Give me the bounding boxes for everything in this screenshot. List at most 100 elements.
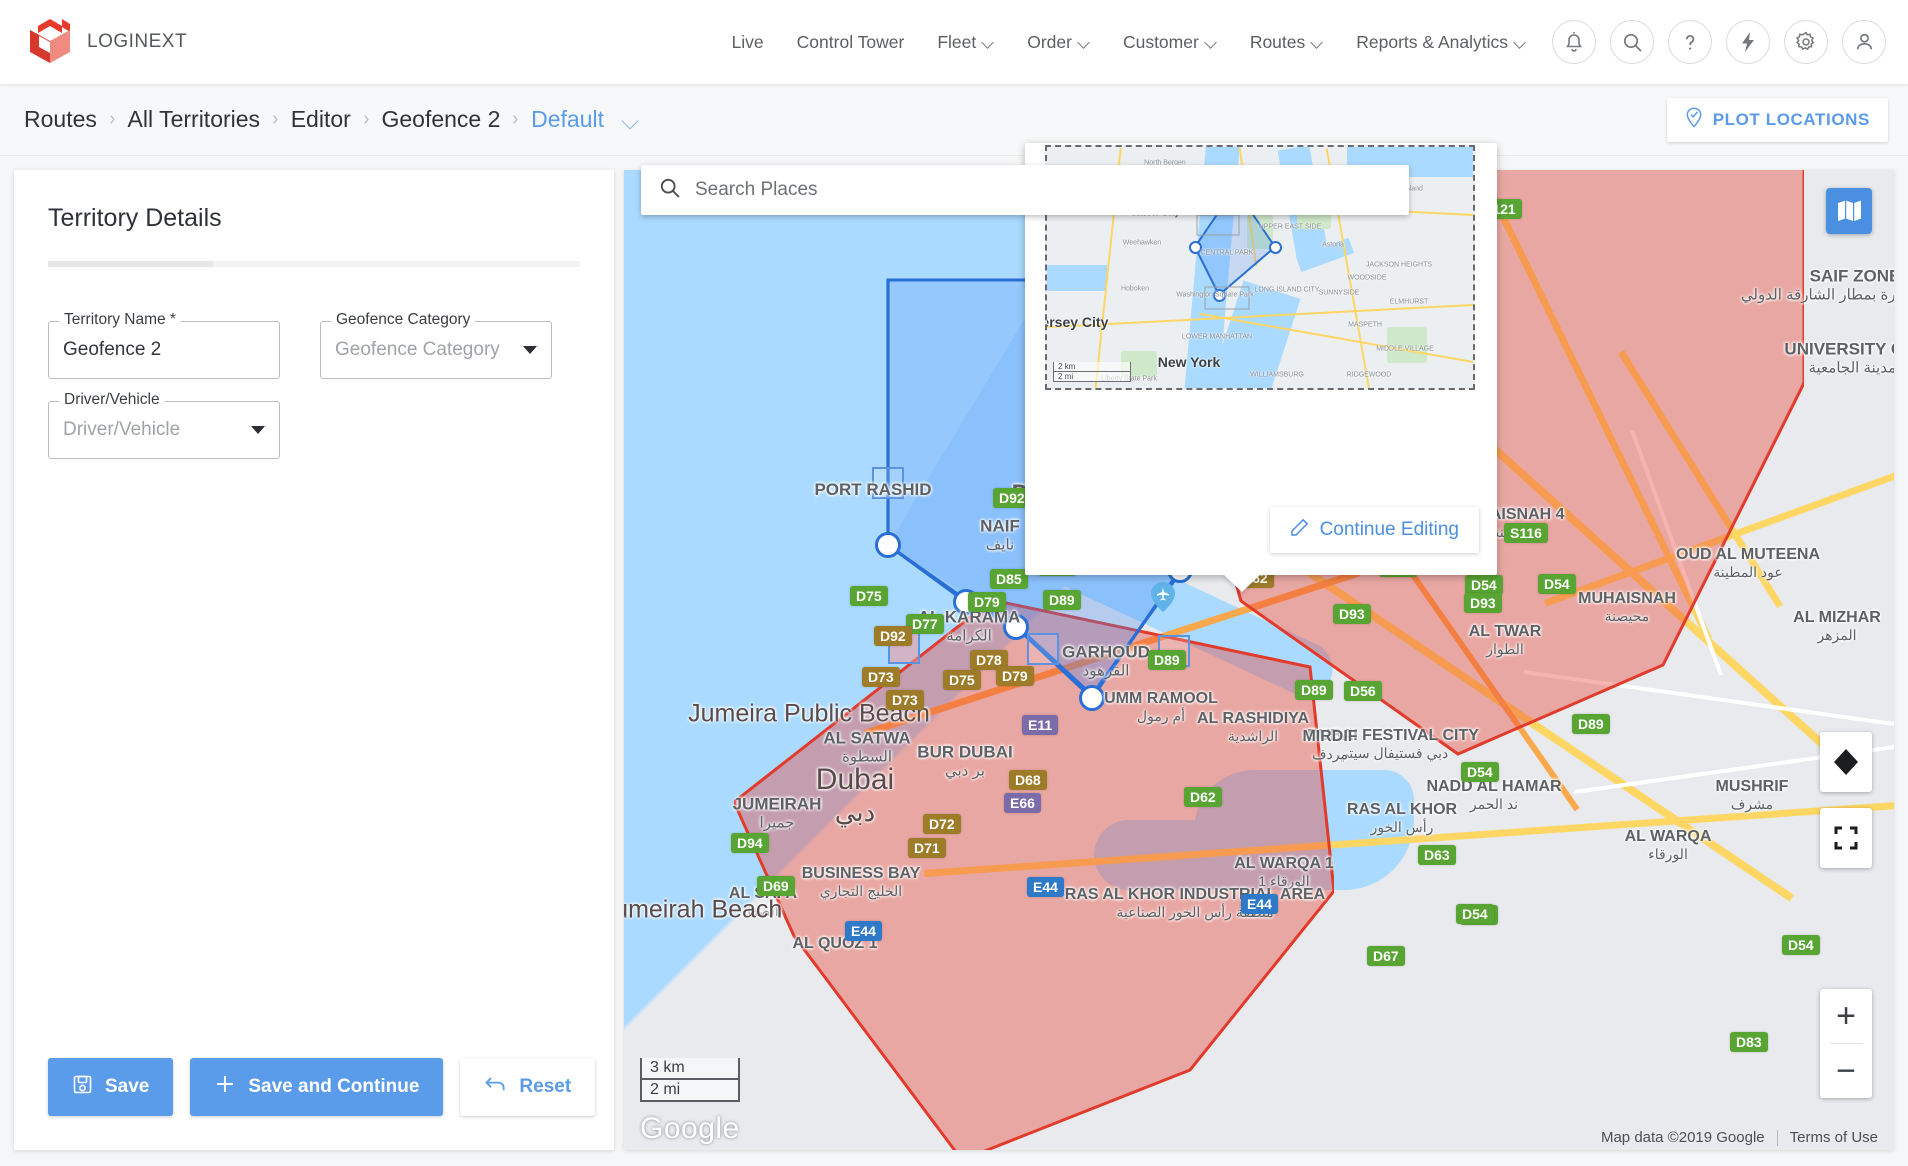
zoom-in-button[interactable]: + bbox=[1820, 989, 1872, 1043]
notifications-bell-icon[interactable] bbox=[1552, 20, 1596, 64]
form-progress-fill bbox=[48, 261, 213, 267]
google-logo: Google bbox=[640, 1112, 740, 1146]
nav-item-order[interactable]: Order bbox=[1027, 32, 1090, 53]
breadcrumb-bar: Routes › All Territories › Editor › Geof… bbox=[0, 84, 1908, 156]
location-square-marker[interactable] bbox=[872, 467, 904, 499]
road-shield: D68 bbox=[1009, 770, 1047, 790]
nav-item-control-tower-label: Control Tower bbox=[797, 32, 905, 53]
breadcrumb-item-editor[interactable]: Editor bbox=[281, 106, 361, 133]
plot-locations-button[interactable]: PLOT LOCATIONS bbox=[1667, 98, 1888, 142]
nav-icon-group bbox=[1552, 20, 1908, 64]
save-and-continue-button-label: Save and Continue bbox=[248, 1076, 419, 1098]
inset-place-label: LOWER MANHATTAN bbox=[1182, 334, 1252, 341]
plot-locations-pin-icon bbox=[1685, 107, 1703, 133]
road-shield: D83 bbox=[1730, 1032, 1768, 1052]
inset-place-label: RIDGEWOOD bbox=[1347, 372, 1392, 379]
chevron-down-icon[interactable] bbox=[624, 114, 635, 125]
road-shield: D73 bbox=[886, 690, 924, 710]
map-data-credit: Map data ©2019 Google bbox=[1601, 1129, 1765, 1146]
chevron-down-icon bbox=[983, 37, 994, 48]
breadcrumb-item-all-territories[interactable]: All Territories bbox=[118, 106, 271, 133]
breadcrumb-item-default[interactable]: Default bbox=[521, 106, 614, 133]
geofence-category-select[interactable]: Geofence Category bbox=[320, 321, 552, 379]
road-shield: D89 bbox=[1572, 714, 1610, 734]
map-type-toggle-button[interactable] bbox=[1826, 188, 1872, 234]
quick-actions-lightning-icon[interactable] bbox=[1726, 20, 1770, 64]
nav-item-reports-analytics[interactable]: Reports & Analytics bbox=[1356, 32, 1526, 53]
territory-name-input[interactable]: Geofence 2 bbox=[48, 321, 280, 379]
save-and-continue-button[interactable]: Save and Continue bbox=[190, 1058, 443, 1116]
user-account-icon[interactable] bbox=[1842, 20, 1886, 64]
territory-details-panel: Territory Details Territory Name * Geofe… bbox=[14, 170, 614, 1150]
road-shield: D71 bbox=[908, 838, 946, 858]
form-row-1: Territory Name * Geofence 2 Geofence Cat… bbox=[48, 299, 580, 379]
breadcrumb: Routes › All Territories › Editor › Geof… bbox=[0, 106, 635, 133]
breadcrumb-item-geofence-2[interactable]: Geofence 2 bbox=[371, 106, 510, 133]
map-attribution: Map data ©2019 Google Terms of Use bbox=[1601, 1129, 1878, 1146]
settings-gear-icon[interactable] bbox=[1784, 20, 1828, 64]
nav-item-routes-label: Routes bbox=[1250, 32, 1305, 53]
road-shield: D54 bbox=[1538, 574, 1576, 594]
save-button[interactable]: Save bbox=[48, 1058, 173, 1116]
chevron-down-icon bbox=[1515, 37, 1526, 48]
inset-place-label: SUNNYSIDE bbox=[1319, 290, 1360, 297]
nav-item-control-tower[interactable]: Control Tower bbox=[797, 32, 905, 53]
road-shield: D94 bbox=[731, 833, 769, 853]
location-square-marker[interactable] bbox=[1027, 633, 1059, 665]
nav-item-fleet[interactable]: Fleet bbox=[937, 32, 994, 53]
divider bbox=[1777, 1130, 1778, 1146]
driver-vehicle-value: Driver/Vehicle bbox=[63, 419, 180, 441]
inset-place-label: JACKSON HEIGHTS bbox=[1366, 262, 1432, 269]
nav-item-customer-label: Customer bbox=[1123, 32, 1199, 53]
panel-action-bar: Save Save and Continue Reset bbox=[14, 1058, 614, 1150]
road-shield: D54 bbox=[1782, 935, 1820, 955]
nav-item-live[interactable]: Live bbox=[732, 32, 764, 53]
inset-place-label: ELMHURST bbox=[1390, 299, 1429, 306]
app-root: LOGINEXT Live Control Tower Fleet Order … bbox=[0, 0, 1908, 1166]
search-icon bbox=[659, 177, 681, 204]
search-icon[interactable] bbox=[1610, 20, 1654, 64]
nav-item-customer[interactable]: Customer bbox=[1123, 32, 1217, 53]
form-row-2: Driver/Vehicle Driver/Vehicle bbox=[48, 379, 580, 459]
nav-item-live-label: Live bbox=[732, 32, 764, 53]
road-shield: E11 bbox=[1022, 715, 1058, 735]
reset-button[interactable]: Reset bbox=[460, 1058, 595, 1116]
terms-of-use-link[interactable]: Terms of Use bbox=[1790, 1129, 1878, 1146]
driver-vehicle-select[interactable]: Driver/Vehicle bbox=[48, 401, 280, 459]
road-shield: D54 bbox=[1456, 904, 1494, 924]
road-shield: D75 bbox=[943, 670, 981, 690]
search-input[interactable] bbox=[695, 179, 1391, 201]
road-shield: D67 bbox=[1367, 946, 1405, 966]
geofence-category-value: Geofence Category bbox=[335, 339, 500, 361]
brand-logo[interactable]: LOGINEXT bbox=[0, 17, 187, 67]
inset-scale-bar: 2 km 2 mi bbox=[1053, 362, 1131, 382]
zoom-out-button[interactable]: − bbox=[1820, 1044, 1872, 1098]
save-floppy-icon bbox=[72, 1074, 93, 1101]
road-shield: E66 bbox=[1004, 793, 1041, 813]
primary-nav-links: Live Control Tower Fleet Order Customer … bbox=[732, 32, 1526, 53]
nav-item-fleet-label: Fleet bbox=[937, 32, 976, 53]
draw-polygon-tool-button[interactable] bbox=[1820, 732, 1872, 792]
road-shield: D92 bbox=[874, 626, 912, 646]
territory-name-label: Territory Name * bbox=[59, 311, 181, 329]
fullscreen-toggle-button[interactable] bbox=[1820, 808, 1872, 868]
plot-locations-label: PLOT LOCATIONS bbox=[1713, 110, 1870, 130]
airport-poi-marker[interactable] bbox=[1151, 582, 1175, 612]
form-progress-bar bbox=[48, 261, 580, 267]
breadcrumb-item-routes[interactable]: Routes bbox=[14, 106, 107, 133]
map-zoom-controls: + − bbox=[1820, 989, 1872, 1098]
road-shield: D63 bbox=[1418, 845, 1456, 865]
chevron-down-icon bbox=[523, 346, 537, 354]
map-scale-bar: 3 km 2 mi bbox=[640, 1058, 740, 1102]
geofence-vertex-handle[interactable] bbox=[1079, 685, 1105, 711]
breadcrumb-separator: › bbox=[362, 108, 371, 131]
save-button-label: Save bbox=[105, 1076, 149, 1098]
breadcrumb-separator: › bbox=[108, 108, 117, 131]
nav-item-routes[interactable]: Routes bbox=[1250, 32, 1323, 53]
search-places-box[interactable] bbox=[641, 165, 1409, 215]
continue-editing-button[interactable]: Continue Editing bbox=[1270, 507, 1479, 553]
geofence-vertex-handle[interactable] bbox=[875, 532, 901, 558]
inset-vertex-handle bbox=[1269, 241, 1282, 254]
geofence-vertex-handle[interactable] bbox=[1003, 614, 1029, 640]
help-question-icon[interactable] bbox=[1668, 20, 1712, 64]
